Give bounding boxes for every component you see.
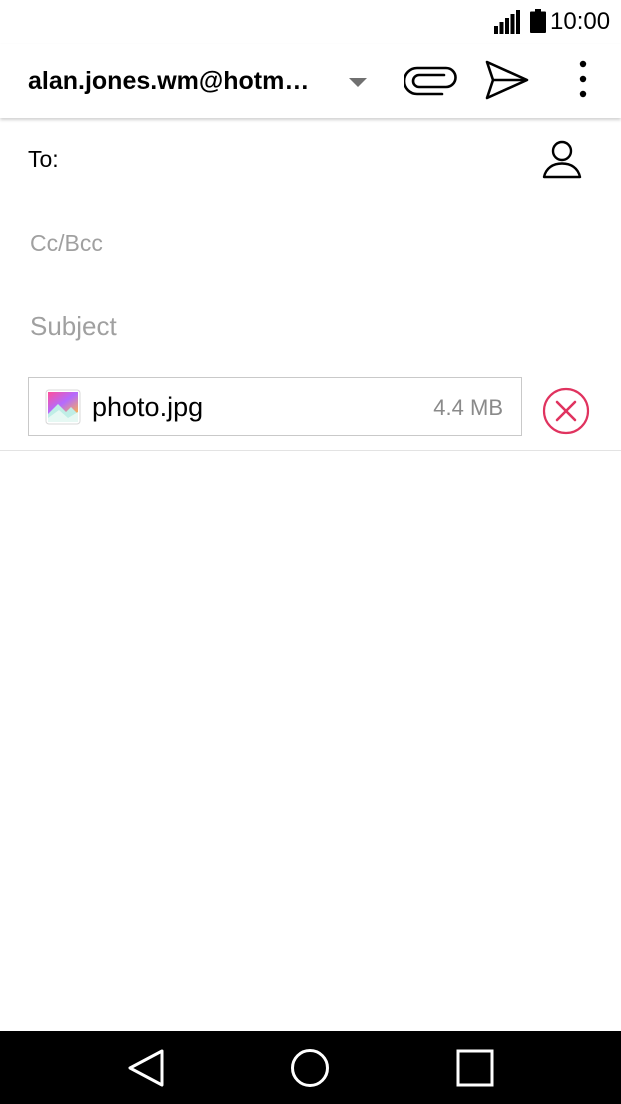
attachment-name: photo.jpg — [92, 392, 204, 422]
to-row: To: — [0, 118, 621, 201]
compose-toolbar: alan.jones.wm@hotm… — [0, 44, 621, 118]
contact-person-icon[interactable] — [538, 136, 586, 184]
send-icon[interactable] — [480, 56, 534, 104]
cc-bcc-input[interactable] — [28, 222, 592, 264]
home-icon[interactable] — [289, 1047, 331, 1089]
more-vert-icon[interactable] — [566, 56, 600, 102]
status-bar: 10:00 — [0, 0, 621, 44]
to-label: To: — [28, 146, 59, 172]
from-account[interactable]: alan.jones.wm@hotm… — [28, 63, 328, 99]
system-nav-bar — [0, 1031, 621, 1104]
compose-screen: 10:00 alan.jones.wm@hotm… To: Cc/Bcc Sub… — [0, 0, 621, 1104]
remove-circle-icon[interactable] — [541, 386, 591, 436]
attachment-chip[interactable]: photo.jpg 4.4 MB — [28, 377, 522, 436]
paperclip-icon[interactable] — [404, 58, 458, 104]
back-icon[interactable] — [124, 1047, 168, 1089]
message-body[interactable] — [0, 451, 621, 1031]
battery-icon — [530, 9, 546, 33]
cc-bcc-row — [0, 200, 621, 284]
status-time: 10:00 — [550, 8, 611, 35]
attachment-size: 4.4 MB — [433, 395, 503, 420]
to-input[interactable] — [70, 138, 514, 180]
subject-row — [0, 283, 621, 367]
signal-icon — [494, 10, 520, 34]
caret-down-icon[interactable] — [340, 64, 376, 100]
subject-input[interactable] — [28, 305, 592, 347]
recents-icon[interactable] — [454, 1047, 496, 1089]
image-file-icon — [45, 389, 81, 425]
attachment-row: photo.jpg 4.4 MB — [0, 366, 621, 451]
